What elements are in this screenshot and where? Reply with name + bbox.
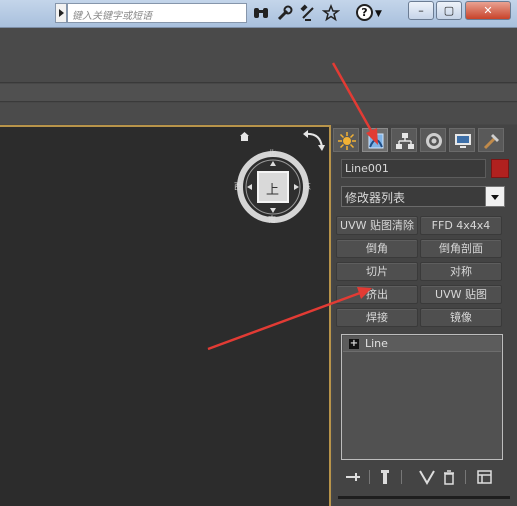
- modifier-list-dropdown[interactable]: 修改器列表: [341, 186, 505, 207]
- modifier-button[interactable]: 对称: [420, 262, 502, 281]
- modifier-button[interactable]: FFD 4x4x4: [420, 216, 502, 235]
- modifier-button[interactable]: 焊接: [336, 308, 418, 327]
- stack-toolbar: [341, 466, 503, 488]
- chevron-down-icon: ▼: [375, 9, 382, 19]
- toolbar-divider: [369, 470, 370, 484]
- stack-item-line[interactable]: + Line: [343, 336, 501, 352]
- make-unique-icon[interactable]: [417, 468, 437, 486]
- modifier-button[interactable]: 镜像: [420, 308, 502, 327]
- panel-bottom-edge: [338, 496, 510, 499]
- chevron-down-icon[interactable]: [485, 186, 505, 207]
- viewcube-south-label: 南: [268, 215, 276, 224]
- satellite-icon[interactable]: [299, 4, 317, 22]
- search-input[interactable]: 键入关键字或短语: [67, 3, 247, 23]
- toolbar-divider: [401, 470, 402, 484]
- show-end-result-icon[interactable]: [375, 468, 395, 486]
- top-viewport[interactable]: 上 北 南 西 东: [0, 125, 331, 506]
- tab-display[interactable]: [449, 128, 475, 152]
- toolbar-divider: [465, 470, 466, 484]
- hierarchy-icon: [396, 133, 414, 149]
- tab-modify[interactable]: [362, 128, 388, 152]
- tab-motion[interactable]: [420, 128, 446, 152]
- pin-stack-icon[interactable]: [343, 468, 363, 486]
- help-icon: ?: [356, 4, 373, 21]
- modifier-button[interactable]: 倒角: [336, 239, 418, 258]
- modifier-button[interactable]: UVW 贴图清除: [336, 216, 418, 235]
- configure-sets-icon[interactable]: [475, 468, 495, 486]
- tab-create[interactable]: [333, 128, 359, 152]
- display-icon: [455, 134, 471, 148]
- viewcube-east-label: 东: [303, 182, 311, 191]
- tab-hierarchy[interactable]: [391, 128, 417, 152]
- close-button[interactable]: ✕: [465, 1, 511, 20]
- binoculars-icon[interactable]: [252, 4, 270, 22]
- stack-item-label: Line: [365, 337, 388, 350]
- hammer-icon: [483, 134, 499, 150]
- star-icon[interactable]: [321, 3, 341, 22]
- viewcube-face-label: 上: [266, 183, 280, 198]
- modifier-button[interactable]: 倒角剖面: [420, 239, 502, 258]
- viewcube-west-label: 西: [234, 182, 242, 191]
- tab-utilities[interactable]: [478, 128, 504, 152]
- wrench-icon[interactable]: [276, 4, 294, 22]
- modifier-button[interactable]: 挤出: [336, 285, 418, 304]
- modifier-button[interactable]: 切片: [336, 262, 418, 281]
- motion-icon: [426, 133, 442, 149]
- app-window: 键入关键字或短语 ? ▼ – ▢ ✕ 上 北 南 西 东 Line001 修改器…: [0, 0, 517, 506]
- object-color-swatch[interactable]: [491, 159, 509, 178]
- ribbon-strip: [0, 103, 517, 124]
- create-icon: [338, 132, 356, 150]
- remove-modifier-icon[interactable]: [439, 468, 459, 486]
- help-button[interactable]: ? ▼: [356, 3, 390, 23]
- title-bar: 键入关键字或短语 ? ▼ – ▢ ✕: [0, 0, 517, 28]
- search-expand-button[interactable]: [55, 3, 67, 23]
- toolbar-strip: [0, 84, 517, 102]
- modifier-stack[interactable]: + Line: [341, 334, 503, 460]
- minimize-button[interactable]: –: [408, 1, 434, 20]
- object-name-field[interactable]: Line001: [341, 159, 486, 178]
- home-icon[interactable]: [240, 132, 249, 141]
- modifier-button[interactable]: UVW 贴图: [420, 285, 502, 304]
- modify-icon: [368, 133, 384, 149]
- viewcube-north-label: 北: [268, 149, 276, 158]
- menu-bar: [0, 28, 517, 83]
- restore-button[interactable]: ▢: [436, 1, 462, 20]
- modifier-list-label: 修改器列表: [345, 191, 406, 205]
- expand-icon[interactable]: +: [349, 339, 359, 349]
